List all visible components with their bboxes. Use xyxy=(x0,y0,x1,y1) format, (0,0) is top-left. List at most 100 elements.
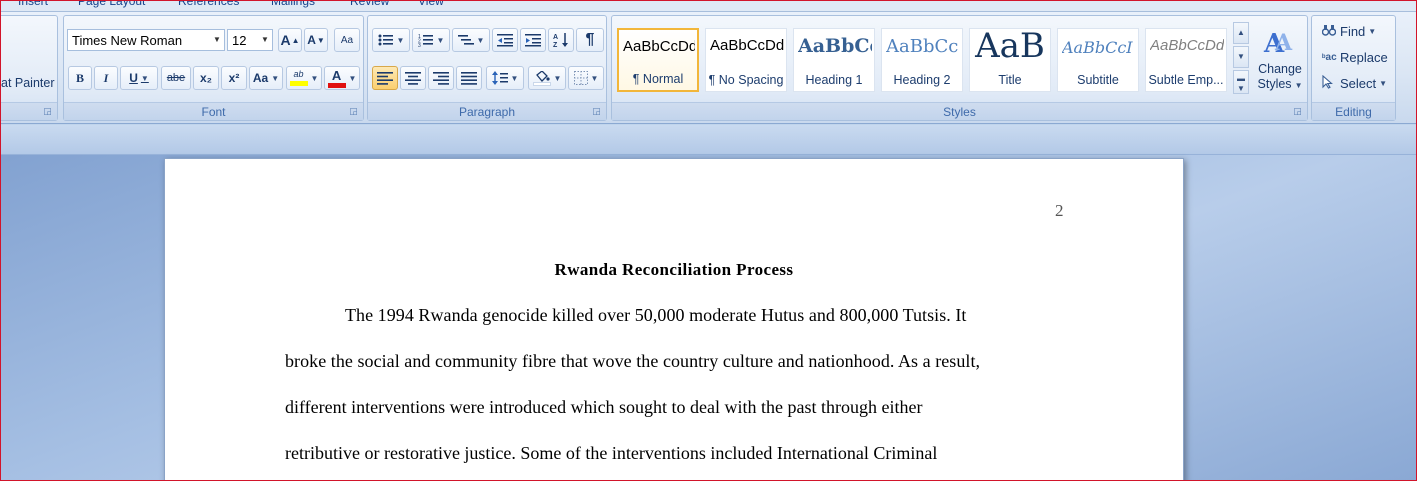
tab-references[interactable]: References xyxy=(178,0,239,8)
numbering-button[interactable]: 123 ▼ xyxy=(412,28,450,52)
strikethrough-icon: abe xyxy=(166,72,186,84)
decrease-indent-button[interactable] xyxy=(492,28,518,52)
bullets-button[interactable]: ▼ xyxy=(372,28,410,52)
change-case-button[interactable]: Aa ▼ xyxy=(249,66,283,90)
italic-button[interactable]: I xyxy=(94,66,118,90)
superscript-button[interactable]: x² xyxy=(221,66,247,90)
line-spacing-button[interactable]: ▼ xyxy=(486,66,524,90)
style-heading-2[interactable]: AaBbCc Heading 2 xyxy=(881,28,963,92)
style-name: ¶ No Spacing xyxy=(708,73,784,87)
style-subtle-emphasis[interactable]: AaBbCcDd Subtle Emp... xyxy=(1145,28,1227,92)
styles-group: AaBbCcDd ¶ Normal AaBbCcDd ¶ No Spacing … xyxy=(611,15,1308,121)
chevron-down-icon[interactable]: ▼ xyxy=(141,74,149,83)
replace-label: Replace xyxy=(1340,49,1388,65)
chevron-down-icon[interactable]: ▼ xyxy=(210,30,224,50)
style-title[interactable]: AaB Title xyxy=(969,28,1051,92)
gallery-scroll-down-button[interactable]: ▼ xyxy=(1233,46,1249,68)
tab-view[interactable]: View xyxy=(418,0,444,8)
decrease-indent-icon xyxy=(497,34,513,47)
style-heading-1[interactable]: AaBbCc Heading 1 xyxy=(793,28,875,92)
change-styles-button[interactable]: A A Change Styles ▼ xyxy=(1254,22,1306,100)
clipboard-dialog-launcher-icon[interactable]: ◲ xyxy=(42,106,53,117)
borders-button[interactable]: ▼ xyxy=(568,66,604,90)
style-subtitle[interactable]: AaBbCcI Subtitle xyxy=(1057,28,1139,92)
document-line[interactable]: The 1994 Rwanda genocide killed over 50,… xyxy=(345,305,966,326)
style-sample: AaBbCcDd xyxy=(710,37,784,54)
document-line[interactable]: retributive or restorative justice. Some… xyxy=(285,443,937,464)
tab-insert[interactable]: Insert xyxy=(18,0,48,8)
editing-group-label: Editing xyxy=(1312,102,1395,120)
multilevel-list-button[interactable]: ▼ xyxy=(452,28,490,52)
svg-text:3: 3 xyxy=(418,43,421,47)
chevron-down-icon[interactable]: ▼ xyxy=(258,30,272,50)
justify-button[interactable] xyxy=(456,66,482,90)
font-color-swatch xyxy=(327,82,346,88)
find-button[interactable]: Find ▼ xyxy=(1321,21,1376,41)
replace-button[interactable]: ᵇac Replace xyxy=(1322,47,1388,67)
style-no-spacing[interactable]: AaBbCcDd ¶ No Spacing xyxy=(705,28,787,92)
paragraph-group-label: Paragraph xyxy=(368,102,606,120)
bold-button[interactable]: B xyxy=(68,66,92,90)
styles-dialog-launcher-icon[interactable]: ◲ xyxy=(1292,106,1303,117)
tab-review[interactable]: Review xyxy=(350,0,389,8)
font-group-label: Font xyxy=(64,102,363,120)
tab-page-layout[interactable]: Page Layout xyxy=(78,0,145,8)
sort-icon: AZ xyxy=(553,33,568,48)
chevron-down-icon[interactable]: ▼ xyxy=(271,74,279,83)
align-right-icon xyxy=(433,71,449,85)
gallery-scroll-up-button[interactable]: ▲ xyxy=(1233,22,1249,44)
font-dialog-launcher-icon[interactable]: ◲ xyxy=(348,106,359,117)
align-center-icon xyxy=(405,71,421,85)
tab-mailings[interactable]: Mailings xyxy=(271,0,315,8)
font-name-combo[interactable]: Times New Roman ▼ xyxy=(67,29,225,51)
shrink-font-icon: A xyxy=(307,33,316,47)
shading-button[interactable]: ▼ xyxy=(528,66,566,90)
select-button[interactable]: Select ▼ xyxy=(1322,73,1387,93)
document-title[interactable]: Rwanda Reconciliation Process xyxy=(165,260,1183,280)
svg-text:A: A xyxy=(553,34,558,41)
gallery-more-button[interactable]: ▬ ▼ xyxy=(1233,70,1249,94)
align-right-button[interactable] xyxy=(428,66,454,90)
numbering-icon: 123 xyxy=(418,34,433,47)
sort-button[interactable]: AZ xyxy=(548,28,574,52)
binoculars-icon xyxy=(1321,24,1340,39)
chevron-down-icon[interactable]: ▼ xyxy=(511,74,519,83)
ruler-strip xyxy=(0,125,1417,155)
editing-group: Find ▼ ᵇac Replace Select ▼ Editing xyxy=(1311,15,1396,121)
font-color-icon: A xyxy=(331,67,342,83)
style-normal[interactable]: AaBbCcDd ¶ Normal xyxy=(617,28,699,92)
shrink-font-button[interactable]: A ▼ xyxy=(304,28,328,52)
document-page[interactable]: 2 Rwanda Reconciliation Process The 1994… xyxy=(164,158,1184,481)
paragraph-dialog-launcher-icon[interactable]: ◲ xyxy=(591,106,602,117)
chevron-down-icon[interactable]: ▼ xyxy=(397,36,405,45)
shading-color-swatch xyxy=(532,81,551,86)
svg-text:Z: Z xyxy=(553,42,558,48)
chevron-down-icon[interactable]: ▼ xyxy=(477,36,485,45)
chevron-down-icon[interactable]: ▼ xyxy=(554,74,562,83)
subscript-button[interactable]: x₂ xyxy=(193,66,219,90)
font-name-value: Times New Roman xyxy=(72,32,183,48)
document-line[interactable]: broke the social and community fibre tha… xyxy=(285,351,980,372)
highlight-button[interactable]: ab ▼ xyxy=(286,66,322,90)
superscript-icon: x² xyxy=(228,71,240,85)
svg-text:A: A xyxy=(1274,30,1293,56)
underline-icon: U xyxy=(129,71,138,85)
format-painter-button[interactable]: at Painter xyxy=(1,76,55,90)
increase-indent-button[interactable] xyxy=(520,28,546,52)
grow-font-button[interactable]: A ▲ xyxy=(278,28,302,52)
font-color-button[interactable]: A ▼ xyxy=(324,66,360,90)
show-formatting-marks-button[interactable]: ¶ xyxy=(576,28,604,52)
font-size-combo[interactable]: 12 ▼ xyxy=(227,29,273,51)
align-center-button[interactable] xyxy=(400,66,426,90)
style-sample: AaB xyxy=(975,28,1045,66)
italic-icon: I xyxy=(103,70,109,85)
strikethrough-button[interactable]: abe xyxy=(161,66,191,90)
chevron-down-icon[interactable]: ▼ xyxy=(591,74,599,83)
underline-button[interactable]: U ▼ xyxy=(120,66,158,90)
document-line[interactable]: different interventions were introduced … xyxy=(285,397,923,418)
chevron-down-icon[interactable]: ▼ xyxy=(311,74,319,83)
clear-formatting-button[interactable]: Aa xyxy=(334,28,360,52)
align-left-button[interactable] xyxy=(372,66,398,90)
chevron-down-icon[interactable]: ▼ xyxy=(349,74,357,83)
chevron-down-icon[interactable]: ▼ xyxy=(437,36,445,45)
